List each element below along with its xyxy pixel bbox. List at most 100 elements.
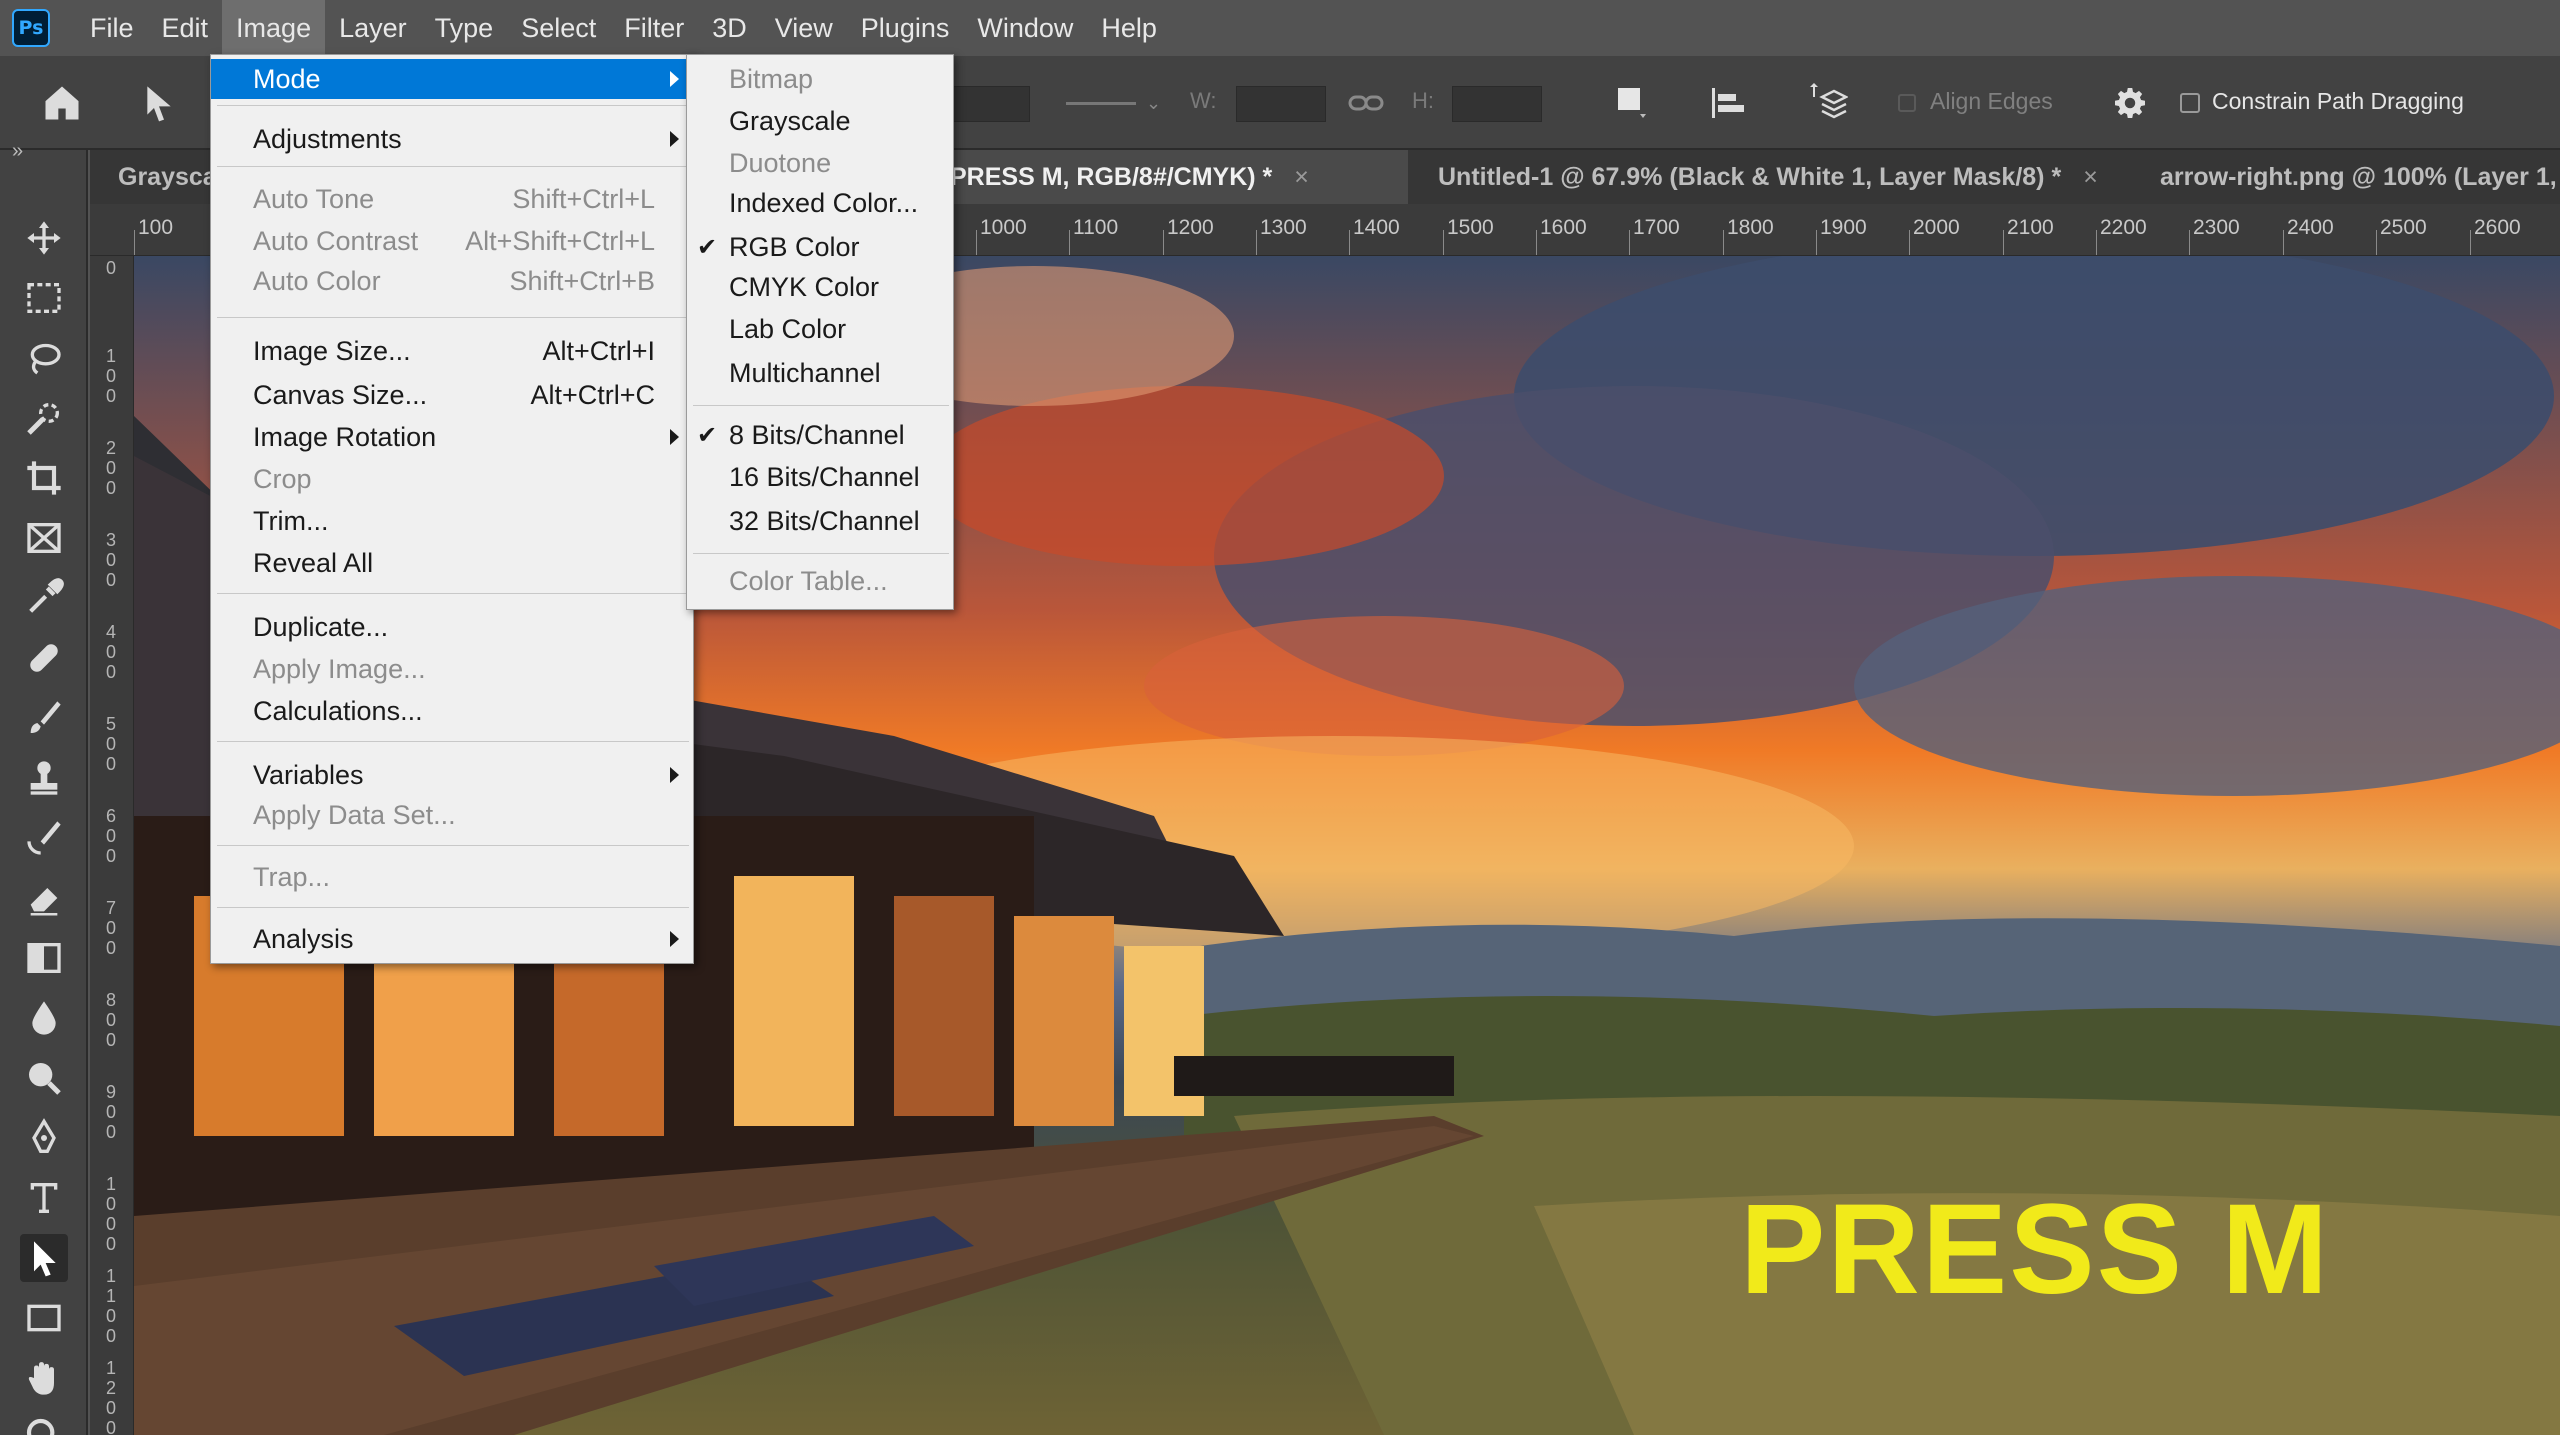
mode-rgb-color[interactable]: ✔ RGB Color <box>687 227 955 267</box>
tab-grayscale[interactable]: Graysca <box>90 150 210 204</box>
path-operations-icon[interactable] <box>1616 56 1648 150</box>
menu-item-variables[interactable]: Variables <box>211 755 695 795</box>
path-selection-tool-icon[interactable] <box>20 1234 68 1282</box>
ruler-tick: 1300 <box>1260 216 1307 239</box>
lasso-tool-icon[interactable] <box>20 334 68 382</box>
ruler-tick: 2300 <box>2193 216 2240 239</box>
menu-item-auto-contrast[interactable]: Auto Contrast Alt+Shift+Ctrl+L <box>211 221 695 261</box>
frame-tool-icon[interactable] <box>20 514 68 562</box>
tab-label: Graysca <box>118 163 210 191</box>
path-arrangement-icon[interactable] <box>1804 56 1848 150</box>
menu-file[interactable]: File <box>76 0 148 56</box>
mode-16-bits[interactable]: 16 Bits/Channel <box>687 457 955 497</box>
mode-multichannel[interactable]: Multichannel <box>687 353 955 393</box>
menu-filter[interactable]: Filter <box>610 0 698 56</box>
hand-tool-icon[interactable] <box>20 1354 68 1402</box>
width-input[interactable] <box>1236 86 1326 122</box>
ruler-tick: 200 <box>105 438 116 498</box>
menu-item-analysis[interactable]: Analysis <box>211 919 695 959</box>
menu-item-crop[interactable]: Crop <box>211 459 695 499</box>
menu-layer[interactable]: Layer <box>325 0 421 56</box>
mode-grayscale[interactable]: Grayscale <box>687 101 955 141</box>
menu-item-auto-color[interactable]: Auto Color Shift+Ctrl+B <box>211 261 695 301</box>
menu-item-image-rotation[interactable]: Image Rotation <box>211 417 695 457</box>
pen-tool-icon[interactable] <box>20 1114 68 1162</box>
menu-item-label: Duplicate... <box>253 612 389 642</box>
menu-image[interactable]: Image <box>222 0 326 56</box>
menu-item-canvas-size[interactable]: Canvas Size... Alt+Ctrl+C <box>211 375 695 415</box>
height-input[interactable] <box>1452 86 1542 122</box>
menu-item-label: Calculations... <box>253 696 423 726</box>
menu-item-label: Auto Contrast <box>253 226 419 256</box>
path-selection-tool-icon[interactable] <box>142 56 176 150</box>
blur-tool-icon[interactable] <box>20 994 68 1042</box>
shortcut-label: Alt+Ctrl+I <box>542 336 655 366</box>
menu-edit[interactable]: Edit <box>148 0 223 56</box>
constrain-path-checkbox[interactable] <box>2180 56 2200 150</box>
menu-window[interactable]: Window <box>963 0 1087 56</box>
menu-item-trap[interactable]: Trap... <box>211 857 695 897</box>
menu-item-label: Crop <box>253 464 312 494</box>
healing-brush-tool-icon[interactable] <box>20 634 68 682</box>
menu-item-trim[interactable]: Trim... <box>211 501 695 541</box>
mode-32-bits[interactable]: 32 Bits/Channel <box>687 501 955 541</box>
tab-arrow-right[interactable]: arrow-right.png @ 100% (Layer 1, RGB/8 <box>2136 150 2560 204</box>
close-tab-icon[interactable]: × <box>2083 163 2098 191</box>
gradient-tool-icon[interactable] <box>20 934 68 982</box>
type-tool-icon[interactable] <box>20 1174 68 1222</box>
brush-tool-icon[interactable] <box>20 694 68 742</box>
menu-item-label: Apply Image... <box>253 654 426 684</box>
menu-select[interactable]: Select <box>507 0 610 56</box>
zoom-tool-icon[interactable] <box>20 1412 68 1435</box>
gear-icon[interactable] <box>2112 56 2148 150</box>
mode-cmyk-color[interactable]: CMYK Color <box>687 267 955 307</box>
menu-item-adjustments[interactable]: Adjustments <box>211 119 695 159</box>
menu-item-auto-tone[interactable]: Auto Tone Shift+Ctrl+L <box>211 179 695 219</box>
stroke-type-dropdown[interactable]: ⌄ <box>1066 56 1166 150</box>
marquee-tool-icon[interactable] <box>20 274 68 322</box>
align-edges-checkbox[interactable] <box>1898 56 1916 150</box>
path-operations-dropdown[interactable] <box>950 86 1030 122</box>
menu-item-image-size[interactable]: Image Size... Alt+Ctrl+I <box>211 331 695 371</box>
menu-item-reveal-all[interactable]: Reveal All <box>211 543 695 583</box>
mode-indexed-color[interactable]: Indexed Color... <box>687 183 955 223</box>
close-tab-icon[interactable]: × <box>1294 163 1309 191</box>
home-icon[interactable] <box>40 56 84 150</box>
mode-lab-color[interactable]: Lab Color <box>687 309 955 349</box>
mode-bitmap[interactable]: Bitmap <box>687 59 955 99</box>
menu-3d[interactable]: 3D <box>698 0 761 56</box>
rectangle-tool-icon[interactable] <box>20 1294 68 1342</box>
menu-item-mode[interactable]: Mode <box>211 59 695 99</box>
menu-plugins[interactable]: Plugins <box>847 0 964 56</box>
press-m-overlay-text: PRESS M <box>1740 1178 2331 1321</box>
ruler-tick: 1600 <box>1540 216 1587 239</box>
history-brush-tool-icon[interactable] <box>20 814 68 862</box>
path-alignment-icon[interactable] <box>1710 56 1748 150</box>
ruler-tick: 1400 <box>1353 216 1400 239</box>
menu-item-calculations[interactable]: Calculations... <box>211 691 695 731</box>
quick-selection-tool-icon[interactable] <box>20 394 68 442</box>
menu-item-apply-data-set[interactable]: Apply Data Set... <box>211 795 695 835</box>
constrain-path-label: Constrain Path Dragging <box>2212 88 2464 114</box>
crop-tool-icon[interactable] <box>20 454 68 502</box>
dodge-tool-icon[interactable] <box>20 1054 68 1102</box>
mode-duotone[interactable]: Duotone <box>687 143 955 183</box>
menu-item-label: Trap... <box>253 862 331 892</box>
tab-press-m[interactable]: PRESS M, RGB/8#/CMYK) * × <box>940 150 1408 204</box>
menu-view[interactable]: View <box>761 0 847 56</box>
submenu-arrow-icon <box>670 767 679 783</box>
menu-item-duplicate[interactable]: Duplicate... <box>211 607 695 647</box>
panel-collapse-icon[interactable]: » <box>12 140 23 163</box>
move-tool-icon[interactable] <box>20 214 68 262</box>
link-icon[interactable] <box>1348 56 1384 150</box>
ruler-tick: 2400 <box>2287 216 2334 239</box>
menu-item-apply-image[interactable]: Apply Image... <box>211 649 695 689</box>
menu-type[interactable]: Type <box>421 0 508 56</box>
mode-8-bits[interactable]: ✔ 8 Bits/Channel <box>687 415 955 455</box>
eyedropper-tool-icon[interactable] <box>20 574 68 622</box>
mode-color-table[interactable]: Color Table... <box>687 561 955 601</box>
clone-stamp-tool-icon[interactable] <box>20 754 68 802</box>
menu-help[interactable]: Help <box>1087 0 1171 56</box>
tab-untitled-1[interactable]: Untitled-1 @ 67.9% (Black & White 1, Lay… <box>1408 150 2136 204</box>
eraser-tool-icon[interactable] <box>20 874 68 922</box>
